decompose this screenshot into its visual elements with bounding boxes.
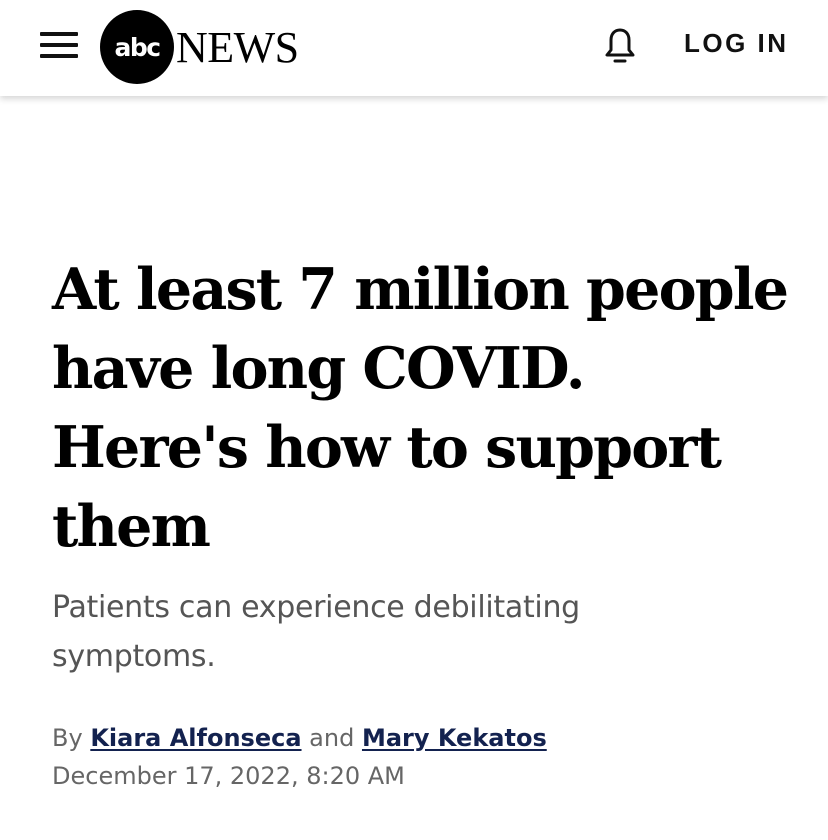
publish-date: December 17, 2022, 8:20 AM xyxy=(52,762,405,790)
site-header: abc NEWS LOG IN xyxy=(0,0,828,96)
article-headline: At least 7 million people have long COVI… xyxy=(52,256,789,560)
author-link-kiara-alfonseca[interactable]: Kiara Alfonseca xyxy=(90,724,301,752)
menu-bar-bottom xyxy=(40,54,78,58)
login-button[interactable]: LOG IN xyxy=(684,28,789,59)
news-logo-word: NEWS xyxy=(176,23,299,72)
article-subheadline: Patients can experience debilitating sym… xyxy=(52,590,580,674)
hamburger-menu-icon[interactable] xyxy=(38,28,82,62)
abc-logo-circle: abc xyxy=(100,10,174,84)
bell-icon[interactable] xyxy=(598,24,642,66)
byline-prefix: By xyxy=(52,724,83,752)
menu-bar-top xyxy=(40,32,78,36)
author-link-mary-kekatos[interactable]: Mary Kekatos xyxy=(362,724,547,752)
menu-bar-middle xyxy=(40,43,78,47)
abc-news-logo[interactable]: abc NEWS xyxy=(100,10,299,84)
byline-conjunction: and xyxy=(309,724,355,752)
byline: By Kiara Alfonseca and Mary Kekatos xyxy=(52,724,547,752)
